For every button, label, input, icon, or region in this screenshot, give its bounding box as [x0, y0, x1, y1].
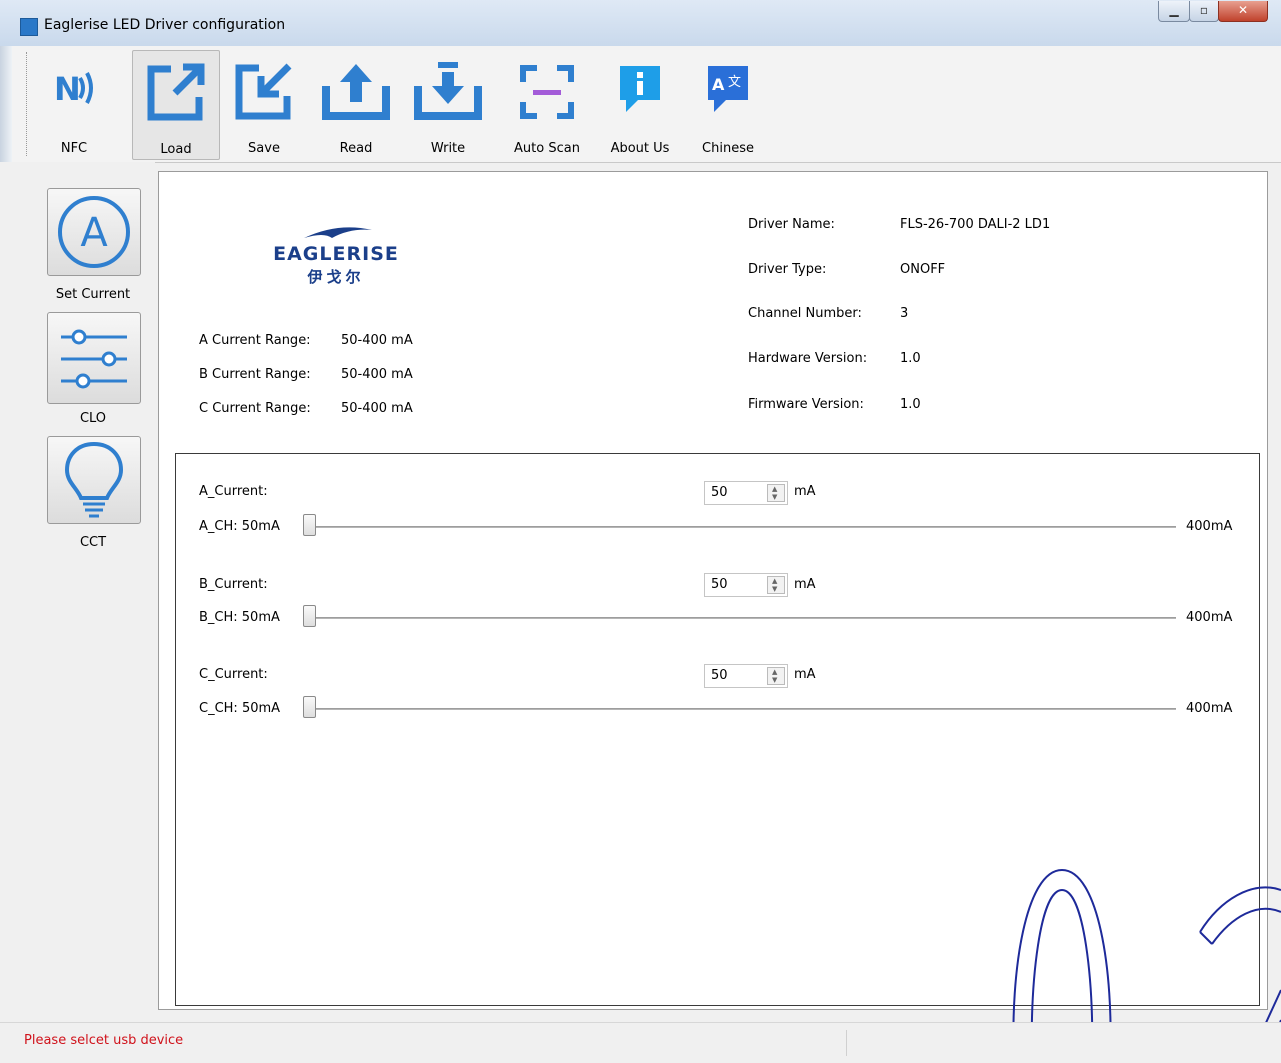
auto-scan-label: Auto Scan: [514, 141, 580, 156]
c-slider-max: 400mA: [1186, 701, 1233, 716]
minimize-button[interactable]: ▁: [1158, 1, 1190, 22]
clo-label: CLO: [79, 411, 107, 426]
status-bar: [0, 1022, 1281, 1063]
toolbar-grip: [26, 52, 28, 156]
maximize-button[interactable]: ▫: [1189, 1, 1219, 22]
save-button[interactable]: Save: [222, 50, 306, 158]
lightbulb-icon: [64, 441, 124, 518]
b-current-slider[interactable]: [306, 617, 1176, 619]
c-slider-handle[interactable]: [303, 696, 316, 718]
auto-scan-button[interactable]: Auto Scan: [502, 50, 592, 158]
read-icon: [322, 64, 390, 120]
a-slider-label: A_CH: 50mA: [199, 519, 280, 534]
b-slider-label: B_CH: 50mA: [199, 610, 280, 625]
toolbar: N NFC Load Save Read Write Auto Scan Abo…: [0, 46, 1281, 163]
c-current-value: 50: [711, 668, 728, 683]
c-current-slider[interactable]: [306, 708, 1176, 710]
driver-name-label: Driver Name:: [748, 217, 835, 232]
a-current-slider[interactable]: [306, 526, 1176, 528]
c-current-label: C_Current:: [199, 667, 268, 682]
write-button[interactable]: Write: [404, 50, 492, 158]
minimize-icon: ▁: [1169, 3, 1179, 17]
firmware-version-label: Firmware Version:: [748, 397, 864, 412]
a-slider-max: 400mA: [1186, 519, 1233, 534]
c-current-unit: mA: [794, 667, 816, 682]
driver-name-value: FLS-26-700 DALI-2 LD1: [900, 217, 1051, 232]
maximize-icon: ▫: [1199, 3, 1209, 17]
write-icon: [414, 62, 482, 120]
c-range-value: 50-400 mA: [341, 401, 413, 416]
svg-text:EAGLERISE: EAGLERISE: [273, 243, 399, 265]
scan-icon: [520, 65, 574, 119]
sliders-icon: [61, 329, 127, 389]
driver-type-label: Driver Type:: [748, 262, 827, 277]
load-label: Load: [160, 142, 192, 157]
title-bar: Eaglerise LED Driver configuration ▁ ▫ ✕: [0, 0, 1281, 47]
translate-icon: A 文: [708, 66, 748, 112]
b-current-value: 50: [711, 577, 728, 592]
about-us-label: About Us: [610, 141, 670, 156]
c-slider-label: C_CH: 50mA: [199, 701, 281, 716]
a-current-unit: mA: [794, 484, 816, 499]
clo-button[interactable]: [47, 312, 141, 404]
info-icon: [620, 66, 660, 112]
hardware-version-label: Hardware Version:: [748, 351, 868, 366]
b-range-label: B Current Range:: [199, 367, 311, 382]
read-label: Read: [339, 141, 373, 156]
channel-number-label: Channel Number:: [748, 306, 862, 321]
nfc-icon: N: [54, 70, 93, 108]
c-current-spinbox[interactable]: 50 ▲ ▼: [704, 664, 788, 688]
read-button[interactable]: Read: [312, 50, 400, 158]
svg-text:A: A: [80, 210, 108, 256]
nfc-label: NFC: [60, 141, 88, 156]
spin-arrows-icon[interactable]: ▲ ▼: [767, 576, 785, 594]
b-range-value: 50-400 mA: [341, 367, 413, 382]
cct-button[interactable]: [47, 436, 141, 524]
b-slider-handle[interactable]: [303, 605, 316, 627]
current-a-icon: A: [58, 196, 130, 268]
hardware-version-value: 1.0: [900, 351, 921, 366]
set-current-button[interactable]: A: [47, 188, 141, 276]
about-us-button[interactable]: About Us: [598, 50, 682, 158]
chinese-label: Chinese: [702, 141, 754, 156]
spin-arrows-icon[interactable]: ▲ ▼: [767, 667, 785, 685]
spin-arrows-icon[interactable]: ▲ ▼: [767, 484, 785, 502]
svg-text:N: N: [54, 70, 81, 108]
load-icon: [147, 63, 205, 121]
eaglerise-logo: EAGLERISE 伊戈尔: [246, 220, 426, 290]
window-title: Eaglerise LED Driver configuration: [44, 17, 286, 33]
b-current-spinbox[interactable]: 50 ▲ ▼: [704, 573, 788, 597]
driver-type-value: ONOFF: [900, 262, 946, 277]
firmware-version-value: 1.0: [900, 397, 921, 412]
a-range-value: 50-400 mA: [341, 333, 413, 348]
close-icon: ✕: [1237, 3, 1249, 17]
chinese-button[interactable]: A 文 Chinese: [686, 50, 770, 158]
a-current-value: 50: [711, 485, 728, 500]
app-window: Eaglerise LED Driver configuration ▁ ▫ ✕…: [0, 0, 1281, 1063]
b-slider-max: 400mA: [1186, 610, 1233, 625]
status-separator: [846, 1030, 847, 1056]
svg-text:伊戈尔: 伊戈尔: [306, 268, 364, 286]
svg-text:A: A: [712, 75, 725, 94]
b-current-unit: mA: [794, 577, 816, 592]
status-message: Please selcet usb device: [24, 1033, 184, 1048]
close-button[interactable]: ✕: [1218, 1, 1268, 22]
c-range-label: C Current Range:: [199, 401, 311, 416]
a-current-spinbox[interactable]: 50 ▲ ▼: [704, 481, 788, 505]
nfc-button[interactable]: N NFC: [34, 50, 114, 158]
save-icon: [235, 63, 292, 120]
load-button[interactable]: Load: [132, 50, 220, 160]
b-current-label: B_Current:: [199, 577, 268, 592]
cct-label: CCT: [79, 535, 107, 550]
a-current-label: A_Current:: [199, 484, 268, 499]
write-label: Write: [430, 141, 466, 156]
a-slider-handle[interactable]: [303, 514, 316, 536]
set-current-label: Set Current: [55, 287, 131, 302]
channel-number-value: 3: [900, 306, 909, 321]
svg-text:文: 文: [728, 75, 741, 90]
a-range-label: A Current Range:: [199, 333, 311, 348]
eagle-logo-icon: EAGLERISE 伊戈尔: [273, 227, 399, 286]
save-label: Save: [248, 141, 280, 156]
app-icon: [20, 18, 38, 36]
